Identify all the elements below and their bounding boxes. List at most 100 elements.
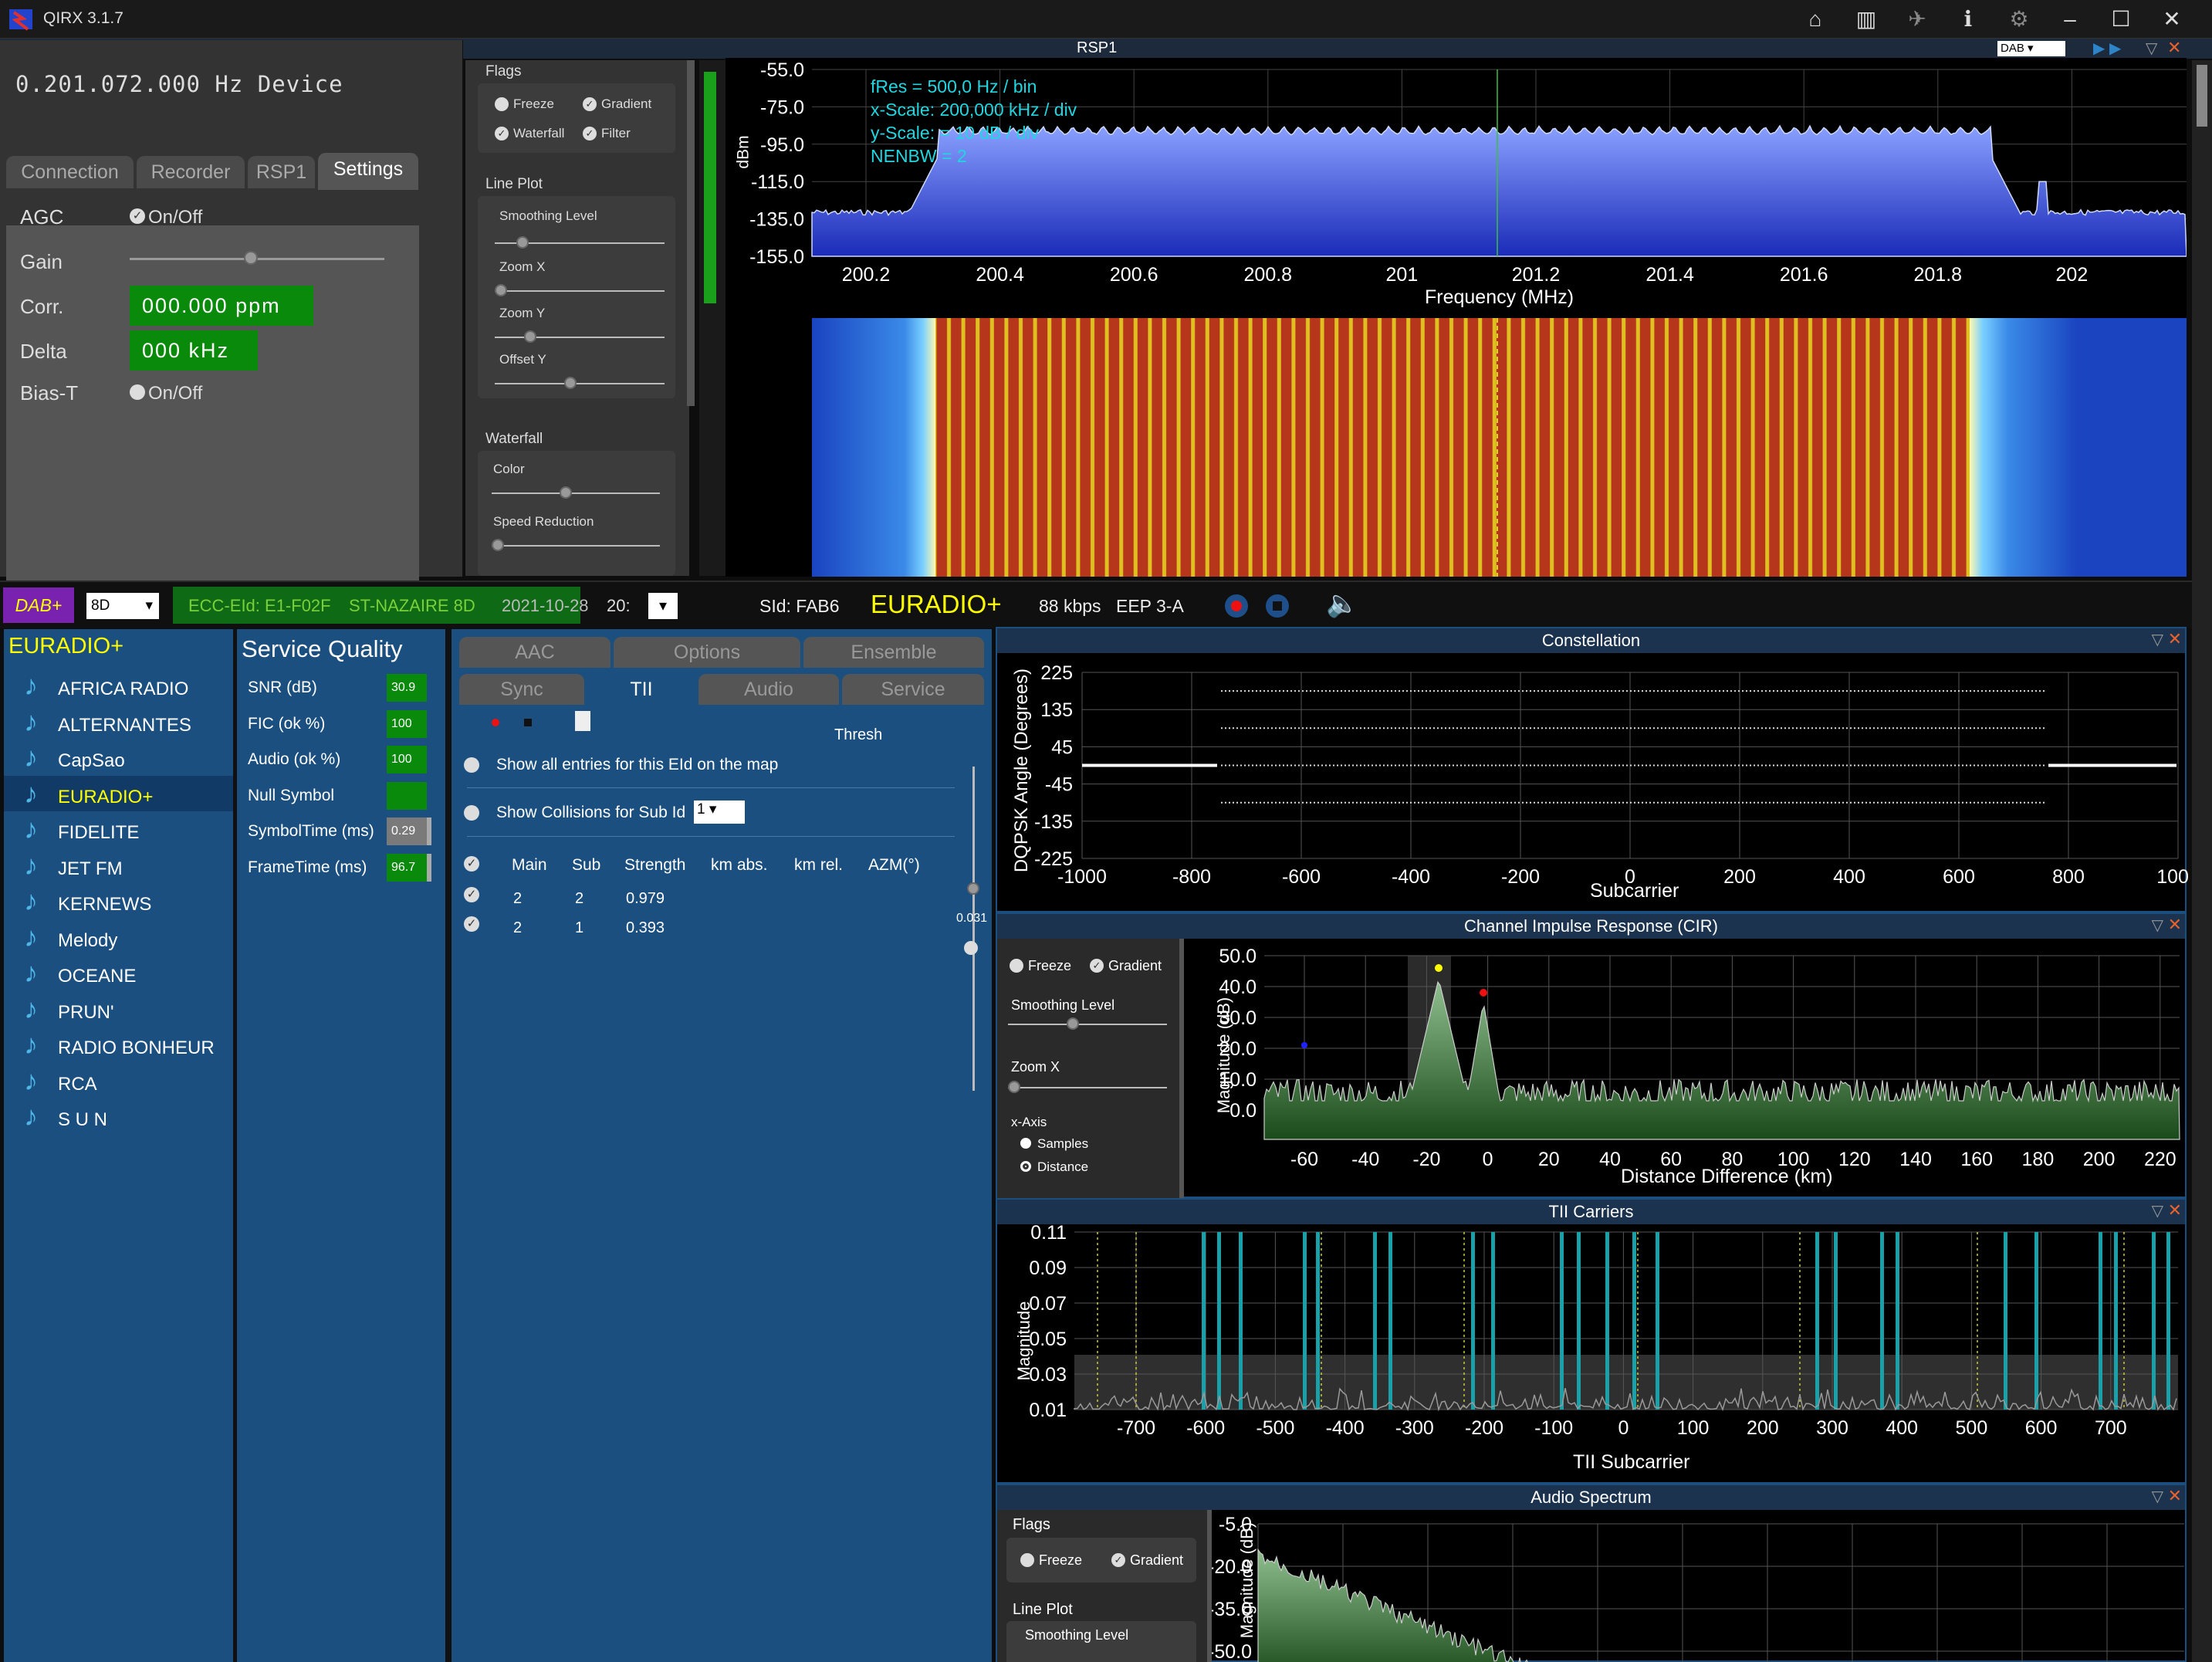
collapse-icon[interactable]: ▽ <box>2152 630 2163 649</box>
tab-settings[interactable]: Settings <box>318 153 418 190</box>
zoomx-knob[interactable] <box>495 284 507 296</box>
tab-recorder[interactable]: Recorder <box>137 156 245 188</box>
record-button[interactable] <box>1225 594 1248 618</box>
cir-freeze-checkbox[interactable] <box>1010 959 1023 973</box>
zoomy-knob[interactable] <box>524 330 536 343</box>
close-icon[interactable]: ✕ <box>2168 915 2182 935</box>
cir-zoomx-knob[interactable] <box>1008 1081 1020 1093</box>
row2-checkbox[interactable]: ✓ <box>464 916 479 932</box>
cir-smoothing-slider[interactable] <box>1008 1024 1167 1025</box>
right-scrollbar-thumb[interactable] <box>2197 65 2207 127</box>
speaker-icon[interactable]: 🔈 <box>1326 588 1358 619</box>
close-button[interactable]: ✕ <box>2155 5 2189 34</box>
agc-checkbox[interactable]: ✓ <box>130 208 145 224</box>
audio-freeze-checkbox[interactable] <box>1020 1553 1034 1567</box>
tab-ensemble[interactable]: Ensemble <box>803 637 984 668</box>
service-item[interactable]: ♪ OCEANE <box>4 955 233 990</box>
tii-stop-icon[interactable] <box>524 719 532 726</box>
maximize-button[interactable]: ☐ <box>2104 5 2138 34</box>
service-item[interactable]: ♪ KERNEWS <box>4 883 233 919</box>
x-tick-label: 200.6 <box>1110 264 1158 286</box>
sub-id-select[interactable]: 1 ▾ <box>694 801 745 824</box>
smoothing-knob[interactable] <box>516 236 529 249</box>
file-icon[interactable] <box>575 711 590 731</box>
threshold-slider[interactable] <box>972 767 975 1091</box>
cir-gradient-checkbox[interactable]: ✓ <box>1090 959 1104 973</box>
zoomy-slider[interactable] <box>495 337 665 338</box>
channel-select[interactable]: 8D ▾ <box>86 593 159 619</box>
cir-smoothing-knob[interactable] <box>1067 1017 1079 1030</box>
zoomx-slider[interactable] <box>495 290 665 292</box>
controls-scrollbar[interactable] <box>687 60 695 406</box>
gear-icon[interactable]: ⚙ <box>2002 5 2036 34</box>
delta-field[interactable]: 000 kHz <box>130 330 258 371</box>
service-item[interactable]: ♪ EURADIO+ <box>4 775 233 811</box>
close-icon[interactable]: ✕ <box>2168 1200 2182 1220</box>
tab-rsp1[interactable]: RSP1 <box>248 156 315 188</box>
close-icon[interactable]: ✕ <box>2167 38 2181 58</box>
filter-checkbox[interactable]: ✓ <box>583 127 597 140</box>
service-item[interactable]: ♪ AFRICA RADIO <box>4 668 233 703</box>
color-slider[interactable] <box>492 493 660 494</box>
service-item[interactable]: ♪ JET FM <box>4 848 233 883</box>
close-icon[interactable]: ✕ <box>2168 629 2182 649</box>
show-all-checkbox[interactable] <box>464 757 479 773</box>
threshold-toggle[interactable] <box>964 941 978 955</box>
row1-checkbox[interactable]: ✓ <box>464 887 479 902</box>
speed-slider[interactable] <box>492 545 660 547</box>
map-icon[interactable]: ▥ <box>1849 5 1883 34</box>
zoomx-label: Zoom X <box>499 259 546 274</box>
collapse-icon[interactable]: ▽ <box>2152 916 2163 935</box>
offsety-slider[interactable] <box>495 383 665 384</box>
service-item[interactable]: ♪ CapSao <box>4 740 233 775</box>
close-icon[interactable]: ✕ <box>2168 1486 2182 1506</box>
splitter-2[interactable] <box>446 629 452 1662</box>
waterfall-checkbox[interactable]: ✓ <box>495 127 509 140</box>
service-item[interactable]: ♪ Melody <box>4 919 233 955</box>
tii-record-icon[interactable] <box>492 719 499 726</box>
tab-tii[interactable]: TII <box>587 674 695 705</box>
tab-aac[interactable]: AAC <box>459 637 610 668</box>
speed-knob[interactable] <box>492 539 504 551</box>
satellite-icon[interactable]: ✈ <box>1900 5 1934 34</box>
info-icon[interactable]: ℹ <box>1951 5 1985 34</box>
service-item[interactable]: ♪ ALTERNANTES <box>4 704 233 740</box>
tii-panel: AAC Options Ensemble Sync TII Audio Serv… <box>452 629 992 1662</box>
ensemble-dropdown[interactable]: ▾ <box>648 593 678 619</box>
freeze-checkbox[interactable] <box>495 97 509 111</box>
service-item[interactable]: ♪ FIDELITE <box>4 811 233 847</box>
cir-zoomx-slider[interactable] <box>1008 1087 1167 1088</box>
audio-gradient-checkbox[interactable]: ✓ <box>1111 1553 1125 1567</box>
biast-value: On/Off <box>148 383 203 404</box>
gradient-checkbox[interactable]: ✓ <box>583 97 597 111</box>
biast-checkbox[interactable] <box>130 384 145 400</box>
select-all-checkbox[interactable]: ✓ <box>464 856 479 872</box>
service-item[interactable]: ♪ RADIO BONHEUR <box>4 1027 233 1062</box>
threshold-knob[interactable] <box>967 882 979 895</box>
corr-field[interactable]: 000.000 ppm <box>130 286 313 326</box>
distance-radio[interactable] <box>1020 1161 1031 1172</box>
tab-sync[interactable]: Sync <box>459 674 584 705</box>
gain-slider-knob[interactable] <box>244 251 258 265</box>
service-item[interactable]: ♪ PRUN' <box>4 991 233 1027</box>
play-icon[interactable]: ▶ ▶ <box>2093 39 2121 58</box>
collapse-icon[interactable]: ▽ <box>2146 39 2157 58</box>
mode-select[interactable]: DAB ▾ <box>1997 41 2065 56</box>
service-item[interactable]: ♪ S U N <box>4 1098 233 1134</box>
minimize-button[interactable]: – <box>2053 5 2087 34</box>
samples-radio[interactable] <box>1020 1138 1031 1149</box>
stop-button[interactable] <box>1266 594 1289 618</box>
color-knob[interactable] <box>560 486 572 499</box>
collapse-icon[interactable]: ▽ <box>2152 1487 2163 1506</box>
col-km-rel: km rel. <box>794 856 843 874</box>
right-scrollbar[interactable] <box>2192 60 2212 1662</box>
tab-connection[interactable]: Connection <box>6 156 134 188</box>
home-icon[interactable]: ⌂ <box>1798 5 1832 34</box>
tab-service[interactable]: Service <box>842 674 984 705</box>
tab-options[interactable]: Options <box>614 637 800 668</box>
show-collisions-checkbox[interactable] <box>464 805 479 821</box>
offsety-knob[interactable] <box>564 377 577 389</box>
tab-audio[interactable]: Audio <box>698 674 839 705</box>
service-item[interactable]: ♪ RCA <box>4 1063 233 1098</box>
collapse-icon[interactable]: ▽ <box>2152 1201 2163 1220</box>
